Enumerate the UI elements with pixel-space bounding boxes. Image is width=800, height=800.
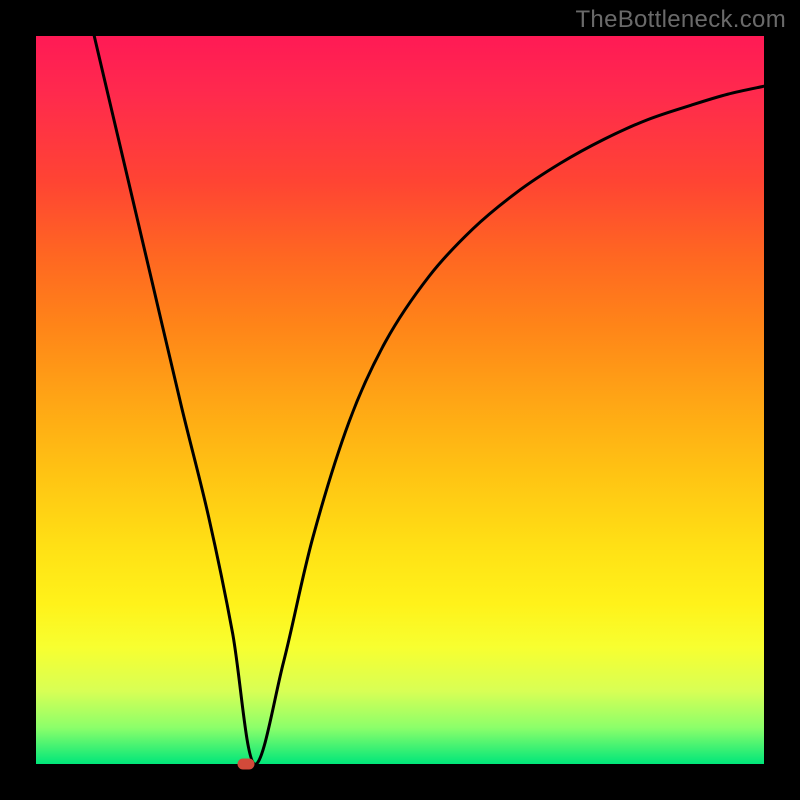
curve-svg: [36, 36, 764, 764]
plot-area: [36, 36, 764, 764]
watermark-text: TheBottleneck.com: [575, 6, 786, 34]
chart-frame: TheBottleneck.com: [0, 0, 800, 800]
minimum-marker: [237, 759, 254, 770]
bottleneck-curve: [94, 36, 764, 764]
